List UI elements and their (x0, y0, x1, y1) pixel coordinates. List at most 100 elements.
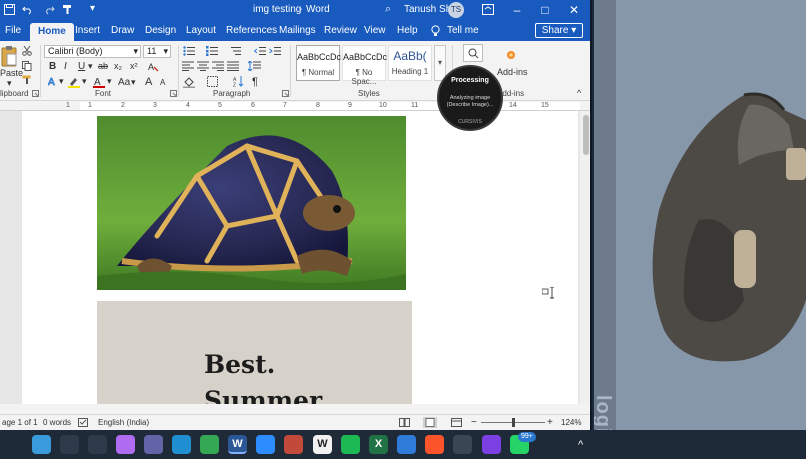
document-page[interactable]: Best. Summer (22, 111, 578, 404)
tab-home[interactable]: Home (30, 23, 74, 41)
change-case-button[interactable]: Aa (118, 77, 130, 88)
save-icon[interactable] (4, 4, 15, 15)
vertical-scrollbar[interactable] (580, 111, 590, 404)
multilevel-list-icon[interactable] (229, 46, 241, 56)
numbering-icon[interactable] (206, 46, 218, 56)
taskbar-media-icon[interactable] (284, 435, 303, 454)
collapse-ribbon-icon[interactable]: ^ (577, 88, 581, 98)
underline-chevron-icon[interactable]: ▾ (88, 61, 93, 72)
clipboard-launcher-icon[interactable] (32, 90, 39, 97)
italic-button[interactable]: I (64, 61, 67, 72)
redo-icon[interactable] (44, 4, 55, 15)
taskbar-windows-start-icon[interactable] (32, 435, 51, 454)
close-button[interactable]: ✕ (565, 2, 583, 18)
read-mode-icon[interactable] (399, 418, 410, 427)
bullets-icon[interactable] (183, 46, 195, 56)
paste-chevron-icon[interactable]: ▾ (7, 78, 12, 89)
style-normal[interactable]: AaBbCcDc ¶ Normal (296, 45, 341, 81)
tab-mailings[interactable]: Mailings (279, 25, 316, 36)
clipboard-icon[interactable] (1, 45, 17, 67)
share-button[interactable]: Share ▾ (535, 23, 583, 38)
document-canvas[interactable]: Best. Summer (0, 111, 590, 404)
taskbar-search-icon[interactable] (60, 435, 79, 454)
highlight-chevron-icon[interactable]: ▾ (82, 76, 87, 87)
tab-draw[interactable]: Draw (111, 25, 134, 36)
shrink-font-button[interactable]: A (160, 78, 165, 87)
tab-references[interactable]: References (226, 25, 277, 36)
align-right-icon[interactable] (212, 61, 224, 71)
taskbar-excel-icon[interactable]: X (369, 435, 388, 454)
add-ins-button[interactable]: Add-ins (497, 67, 528, 77)
cut-icon[interactable] (22, 46, 32, 56)
add-ins-icon[interactable] (505, 49, 517, 61)
proofing-icon[interactable] (78, 418, 88, 427)
tab-view[interactable]: View (364, 25, 386, 36)
show-formatting-button[interactable]: ¶ (252, 76, 258, 88)
increase-indent-icon[interactable] (269, 46, 281, 56)
bold-button[interactable]: B (49, 61, 56, 72)
tab-file[interactable]: File (5, 25, 21, 36)
subscript-button[interactable]: x₂ (114, 61, 122, 71)
minimize-button[interactable]: – (508, 2, 526, 18)
zoom-out-button[interactable]: − (471, 417, 477, 428)
decrease-indent-icon[interactable] (254, 46, 266, 56)
change-case-chevron-icon[interactable]: ▾ (131, 77, 136, 88)
taskbar-task-view-icon[interactable] (88, 435, 107, 454)
ribbon-display-icon[interactable] (482, 4, 494, 15)
underline-button[interactable]: U (78, 61, 85, 72)
zoom-slider-thumb[interactable] (512, 418, 515, 427)
style-heading-1[interactable]: AaBb( Heading 1 (388, 45, 432, 81)
font-name-select[interactable]: Calibri (Body) ▾ (44, 45, 141, 58)
maximize-button[interactable]: □ (536, 2, 554, 18)
taskbar-bluetooth-icon[interactable] (397, 435, 416, 454)
tab-layout[interactable]: Layout (186, 25, 216, 36)
grow-font-button[interactable]: A (145, 76, 152, 88)
language-indicator[interactable]: English (India) (98, 418, 149, 427)
font-color-icon[interactable]: A (93, 76, 105, 88)
font-color-chevron-icon[interactable]: ▾ (107, 76, 112, 87)
taskbar-zoom-icon[interactable] (256, 435, 275, 454)
taskbar-brave-icon[interactable] (425, 435, 444, 454)
tab-review[interactable]: Review (324, 25, 357, 36)
sort-icon[interactable]: AZ (233, 76, 244, 87)
taskbar-clipchamp-icon[interactable] (482, 435, 501, 454)
taskbar-edge-icon[interactable] (172, 435, 191, 454)
shading-icon[interactable] (183, 76, 195, 88)
text-effects-chevron-icon[interactable]: ▾ (59, 76, 64, 87)
tell-me-search[interactable]: Tell me (447, 25, 479, 36)
superscript-button[interactable]: x² (130, 61, 138, 71)
format-painter-icon[interactable] (62, 4, 73, 15)
print-layout-icon[interactable] (423, 417, 437, 428)
taskbar-clock-app-icon[interactable] (453, 435, 472, 454)
highlight-icon[interactable] (68, 76, 80, 88)
paragraph-launcher-icon[interactable] (282, 90, 289, 97)
avatar[interactable]: TS (448, 2, 464, 18)
taskbar-chrome-icon[interactable] (200, 435, 219, 454)
align-center-icon[interactable] (197, 61, 209, 71)
clear-formatting-icon[interactable]: A (148, 61, 159, 72)
paste-button[interactable]: Paste (0, 68, 23, 78)
page-count[interactable]: age 1 of 1 (2, 418, 38, 427)
font-size-select[interactable]: 11 ▾ (143, 45, 171, 58)
taskbar-word-icon[interactable]: W (228, 435, 247, 454)
taskbar-wikipedia-icon[interactable]: W (313, 435, 332, 454)
taskbar-teams-icon[interactable] (144, 435, 163, 454)
tortoise-image[interactable] (97, 116, 406, 290)
line-spacing-icon[interactable] (248, 61, 261, 71)
style-no-spacing[interactable]: AaBbCcDc ¶ No Spac... (342, 45, 387, 86)
justify-icon[interactable] (227, 61, 239, 71)
copy-icon[interactable] (22, 61, 32, 71)
summer-image[interactable]: Best. Summer (97, 301, 412, 404)
borders-icon[interactable] (207, 76, 218, 87)
text-effects-icon[interactable]: A (48, 76, 58, 87)
tab-design[interactable]: Design (145, 25, 176, 36)
align-left-icon[interactable] (182, 61, 194, 71)
tray-chevron-icon[interactable]: ^ (578, 439, 583, 451)
qat-more-icon[interactable]: ▾ (90, 3, 95, 14)
web-layout-icon[interactable] (451, 418, 462, 427)
tab-help[interactable]: Help (397, 25, 418, 36)
strikethrough-button[interactable]: ab (98, 61, 108, 71)
taskbar-spotify-icon[interactable] (341, 435, 360, 454)
undo-icon[interactable] (22, 4, 33, 15)
tab-insert[interactable]: Insert (75, 25, 100, 36)
